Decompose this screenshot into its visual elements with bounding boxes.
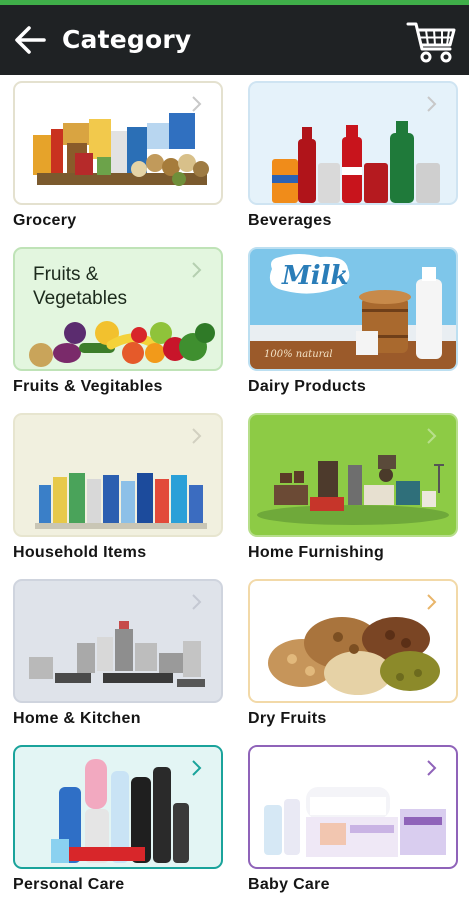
chevron-right-icon bbox=[427, 760, 437, 776]
category-tile-dairy-products[interactable]: Milk 100% natural bbox=[248, 247, 458, 371]
category-label: Home & Kitchen bbox=[13, 710, 141, 727]
category-tile-household-items[interactable] bbox=[13, 413, 223, 537]
category-label: Home Furnishing bbox=[248, 544, 385, 561]
category-label: Grocery bbox=[13, 212, 77, 229]
shopping-cart-icon bbox=[406, 22, 456, 63]
category-tile-beverages[interactable] bbox=[248, 81, 458, 205]
app-bar: Category bbox=[0, 5, 469, 75]
arrow-left-icon bbox=[15, 26, 46, 54]
chevron-right-icon bbox=[427, 96, 437, 112]
category-label: Fruits & Vegitables bbox=[13, 378, 163, 395]
category-label: Household Items bbox=[13, 544, 147, 561]
category-label: Beverages bbox=[248, 212, 332, 229]
chevron-right-icon bbox=[192, 96, 202, 112]
category-tile-dry-fruits[interactable] bbox=[248, 579, 458, 703]
chevron-right-icon bbox=[427, 594, 437, 610]
category-tile-grocery[interactable] bbox=[13, 81, 223, 205]
category-label: Baby Care bbox=[248, 876, 330, 893]
category-label: Dry Fruits bbox=[248, 710, 327, 727]
category-label: Dairy Products bbox=[248, 378, 367, 395]
chevron-right-icon bbox=[427, 428, 437, 444]
chevron-right-icon bbox=[192, 262, 202, 278]
cart-button[interactable] bbox=[404, 17, 460, 67]
category-label: Personal Care bbox=[13, 876, 125, 893]
chevron-right-icon bbox=[192, 428, 202, 444]
page-title: Category bbox=[62, 25, 192, 54]
category-tile-personal-care[interactable] bbox=[13, 745, 223, 869]
category-tile-baby-care[interactable] bbox=[248, 745, 458, 869]
category-tile-home-furnishing[interactable] bbox=[248, 413, 458, 537]
chevron-right-icon bbox=[192, 594, 202, 610]
milk-subtext: 100% natural bbox=[264, 349, 333, 360]
category-tile-home-kitchen[interactable] bbox=[13, 579, 223, 703]
category-grid: Grocery Beverages Fruits & Vegetables Fr… bbox=[0, 75, 469, 900]
category-tile-fruits-vegetables[interactable]: Fruits & Vegetables bbox=[13, 247, 223, 371]
chevron-right-icon bbox=[192, 760, 202, 776]
back-button[interactable] bbox=[10, 22, 50, 58]
milk-brand-text: Milk bbox=[282, 261, 349, 291]
